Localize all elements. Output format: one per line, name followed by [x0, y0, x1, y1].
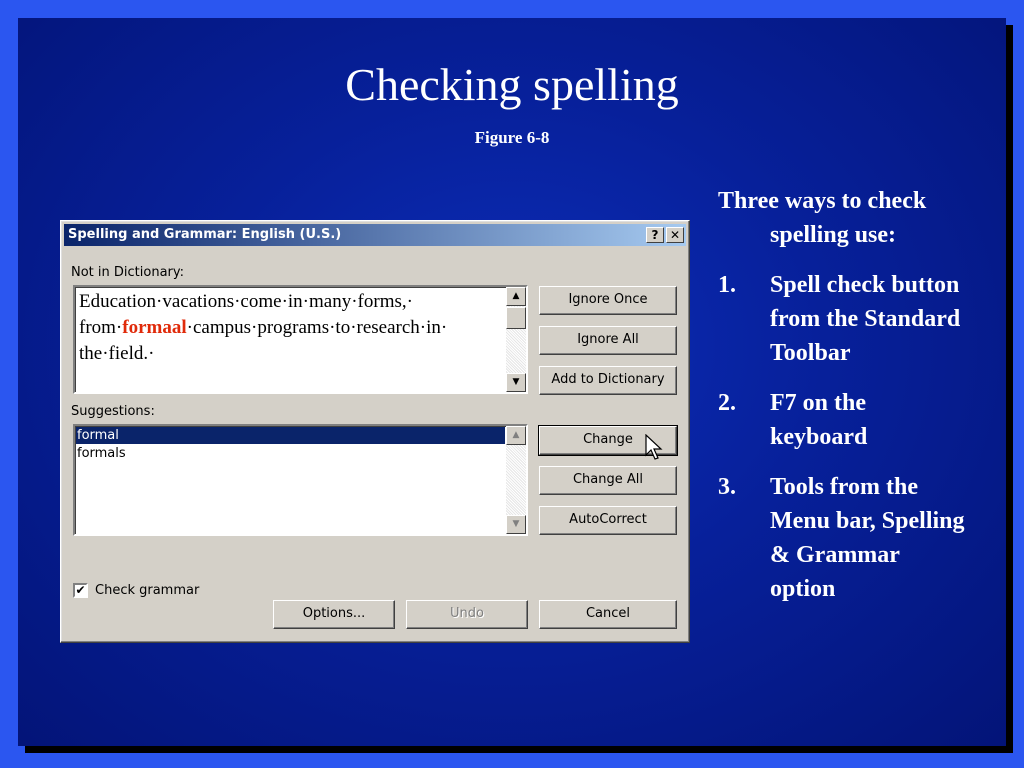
cancel-button[interactable]: Cancel [539, 600, 677, 629]
options-button[interactable]: Options... [273, 600, 395, 629]
undo-button[interactable]: Undo [406, 600, 528, 629]
dialog-title: Spelling and Grammar: English (U.S.) [68, 227, 342, 242]
not-in-dictionary-label: Not in Dictionary: [71, 265, 185, 280]
check-grammar-label: Check grammar [95, 583, 200, 598]
add-to-dictionary-button[interactable]: Add to Dictionary [539, 366, 677, 395]
mouse-pointer-icon [645, 434, 663, 460]
slide-title: Checking spelling [345, 59, 679, 110]
notes-item: 1. Spell check button from the Standard … [718, 268, 968, 370]
misspelled-word: formaal [122, 317, 187, 338]
notes-item-text: Tools from the Menu bar, Spelling & Gram… [770, 474, 965, 602]
notes-intro: Three ways to check spelling use: [718, 188, 927, 248]
close-button[interactable]: ✕ [666, 227, 684, 243]
suggestion-item[interactable]: formal [76, 427, 505, 444]
notes-item-text: Spell check button from the Standard Too… [770, 272, 961, 366]
change-all-button[interactable]: Change All [539, 466, 677, 495]
spelling-grammar-dialog: Spelling and Grammar: English (U.S.) ? ✕… [60, 220, 690, 643]
suggestions-scrollbar[interactable]: ▲ ▼ [506, 426, 526, 534]
sentence-textbox[interactable]: Education·vacations·come·in·many·forms,·… [73, 285, 528, 394]
notes-item: 3. Tools from the Menu bar, Spelling & G… [718, 470, 968, 606]
dialog-titlebar[interactable]: Spelling and Grammar: English (U.S.) ? ✕ [64, 224, 686, 246]
sentence-scrollbar[interactable]: ▲ ▼ [506, 287, 526, 392]
suggestion-item[interactable]: formals [76, 445, 505, 462]
suggestions-label: Suggestions: [71, 404, 155, 419]
scroll-thumb[interactable] [506, 307, 526, 329]
notes-item-text: F7 on the keyboard [770, 390, 868, 450]
suggestions-list[interactable]: formal formals ▲ ▼ [73, 424, 528, 536]
sentence-text: Education·vacations·come·in·many·forms,·… [79, 289, 499, 367]
notes-item-number: 1. [718, 272, 736, 298]
figure-caption: Figure 6-8 [474, 128, 550, 147]
scroll-up-arrow-icon[interactable]: ▲ [506, 287, 526, 306]
autocorrect-button[interactable]: AutoCorrect [539, 506, 677, 535]
scroll-up-arrow-icon[interactable]: ▲ [506, 426, 526, 445]
notes-item-number: 3. [718, 474, 736, 500]
notes-item-number: 2. [718, 390, 736, 416]
slide-notes: Three ways to check spelling use: 1. Spe… [718, 184, 968, 622]
ignore-all-button[interactable]: Ignore All [539, 326, 677, 355]
help-button[interactable]: ? [646, 227, 664, 243]
ignore-once-button[interactable]: Ignore Once [539, 286, 677, 315]
notes-item: 2. F7 on the keyboard [718, 386, 968, 454]
scroll-down-arrow-icon[interactable]: ▼ [506, 373, 526, 392]
check-grammar-checkbox[interactable]: ✔ [73, 583, 88, 598]
scroll-down-arrow-icon[interactable]: ▼ [506, 515, 526, 534]
